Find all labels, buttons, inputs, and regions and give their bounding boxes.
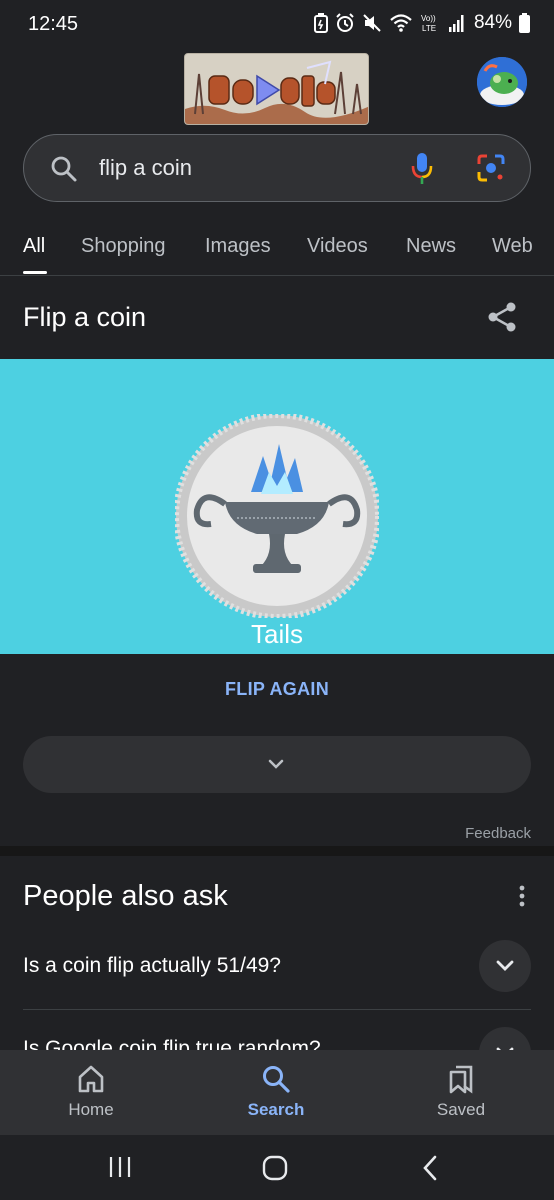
svg-text:LTE: LTE (422, 24, 436, 33)
mute-icon (362, 13, 382, 33)
mic-icon[interactable] (410, 152, 434, 191)
svg-text:Vo)): Vo)) (421, 14, 436, 23)
coin-tails-image[interactable] (175, 414, 379, 618)
nav-saved-label: Saved (436, 1100, 486, 1119)
search-bar[interactable]: flip a coin (23, 134, 531, 202)
chevron-down-icon (268, 759, 284, 769)
nav-search-label: Search (247, 1100, 305, 1119)
wifi-icon (389, 13, 413, 33)
paa-expand-button[interactable] (479, 940, 531, 992)
search-input[interactable]: flip a coin (99, 155, 192, 181)
google-doodle[interactable] (184, 53, 369, 125)
battery-saver-icon (313, 13, 328, 33)
more-vert-icon[interactable] (515, 884, 529, 913)
signal-icon (448, 14, 465, 32)
recent-apps-icon[interactable] (108, 1155, 132, 1184)
coin-result-label: Tails (250, 619, 303, 649)
paa-divider (23, 1009, 531, 1010)
search-icon (263, 1066, 290, 1093)
paa-question[interactable]: Is a coin flip actually 51/49? (23, 954, 281, 978)
tab-videos[interactable]: Videos (307, 235, 368, 258)
lens-icon[interactable] (476, 153, 506, 188)
home-button-icon[interactable] (262, 1155, 288, 1186)
flip-again-button[interactable]: FLIP AGAIN (0, 679, 554, 700)
status-bar: 12:45 Vo)) LTE 84% (0, 0, 554, 50)
tab-web[interactable]: Web (492, 235, 533, 258)
alarm-icon (335, 13, 355, 33)
expand-more-button[interactable] (23, 736, 531, 793)
saved-icon (449, 1065, 473, 1094)
home-icon (78, 1065, 104, 1093)
nav-home[interactable]: Home (31, 1064, 151, 1120)
section-divider (0, 846, 554, 856)
tab-all[interactable]: All (23, 235, 45, 258)
people-also-ask-title: People also ask (23, 880, 228, 912)
account-avatar[interactable] (477, 57, 527, 107)
coin-flip-area[interactable]: Tails (0, 359, 554, 654)
share-icon[interactable] (485, 300, 519, 339)
status-icons: Vo)) LTE 84% (313, 12, 530, 34)
volte-icon: Vo)) LTE (420, 13, 442, 33)
search-tabs: All Shopping Images Videos News Web (0, 222, 554, 276)
tab-news[interactable]: News (406, 235, 456, 258)
active-tab-indicator (23, 271, 47, 274)
tab-shopping[interactable]: Shopping (81, 235, 166, 258)
chevron-down-icon (496, 960, 514, 971)
coin-card-title: Flip a coin (23, 302, 147, 332)
nav-saved[interactable]: Saved (401, 1064, 521, 1120)
nav-home-label: Home (68, 1100, 114, 1119)
bottom-navigation: Home Search Saved (0, 1050, 554, 1135)
search-icon[interactable] (50, 155, 78, 188)
status-time: 12:45 (28, 13, 79, 35)
system-navigation-bar (0, 1135, 554, 1200)
feedback-link[interactable]: Feedback (465, 825, 531, 842)
back-icon[interactable] (420, 1155, 440, 1186)
nav-search[interactable]: Search (216, 1064, 336, 1120)
tab-images[interactable]: Images (205, 235, 271, 258)
battery-percent: 84% (473, 12, 512, 33)
battery-icon (519, 13, 530, 33)
